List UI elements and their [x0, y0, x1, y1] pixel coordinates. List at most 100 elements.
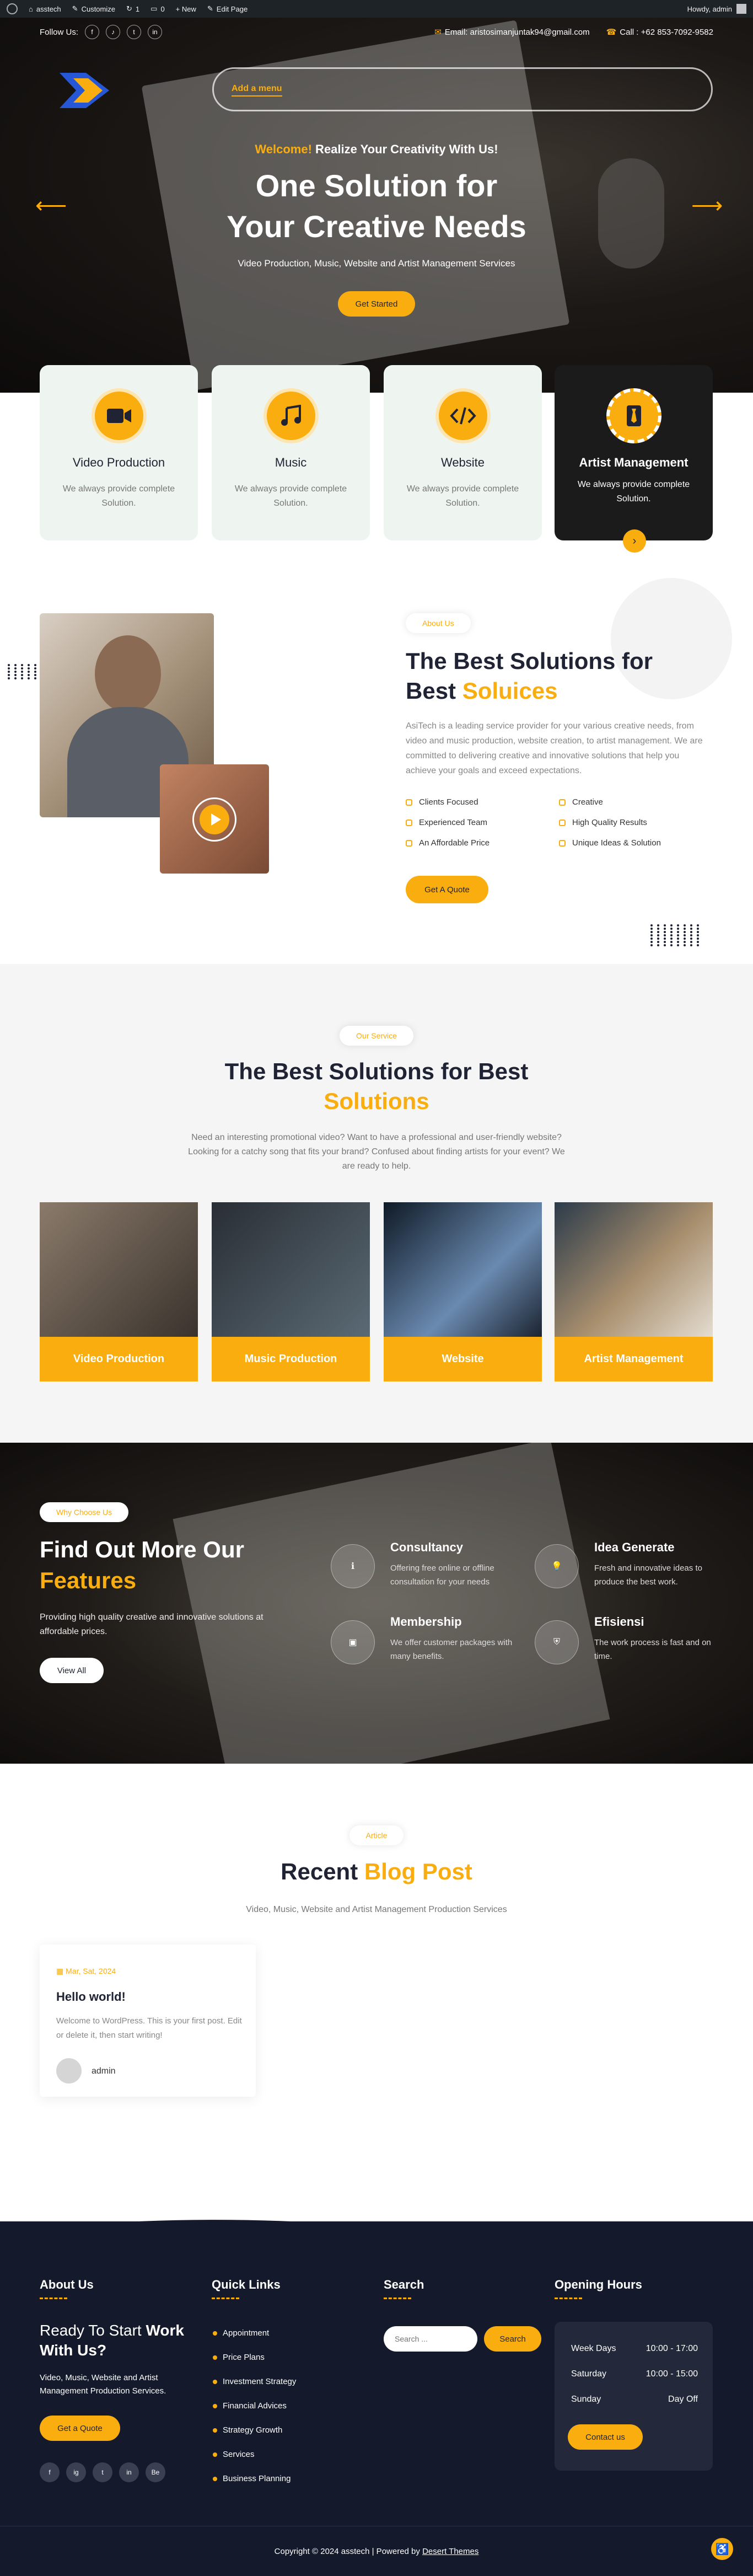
shield-icon: ⛨ [535, 1620, 579, 1664]
facebook-icon[interactable]: f [85, 25, 100, 39]
nav-bar: Add a menu [212, 67, 713, 111]
service-card-music[interactable]: Music We always provide complete Solutio… [212, 365, 370, 540]
admin-new-link[interactable]: + New [176, 5, 196, 13]
admin-notes-link[interactable]: ▭ 0 [150, 4, 165, 13]
comment-icon: ▭ [150, 4, 158, 13]
copyright: Copyright © 2024 asstech | Powered by De… [274, 2547, 479, 2556]
twitter-icon[interactable]: t [127, 25, 142, 39]
services-title: The Best Solutions for Best Solutions [224, 1058, 529, 1114]
footer-link[interactable]: Strategy Growth [213, 2425, 282, 2435]
why-label: Why Choose Us [40, 1502, 129, 1522]
services-description: Need an interesting promotional video? W… [188, 1133, 565, 1171]
facebook-icon[interactable]: f [40, 2462, 60, 2482]
admin-bar: ⌂ asstech ✎ Customize ↻ 1 ▭ 0 + New ✎ Edit Pa… [0, 0, 753, 18]
footer-link[interactable]: Business Planning [213, 2474, 291, 2483]
footer-hours-heading: Opening Hours [555, 2278, 642, 2299]
post-excerpt: Welcome to WordPress. This is your first… [56, 2016, 242, 2040]
email-contact[interactable]: ✉ Email: aristosimanjuntak94@gmail.com [434, 27, 589, 37]
music-note-icon [263, 388, 319, 443]
linkedin-icon[interactable]: in [148, 25, 163, 39]
play-video-button[interactable] [192, 797, 236, 842]
footer-search-heading: Search [384, 2278, 424, 2299]
hours-row: Week Days 10:00 - 17:00 [571, 2344, 698, 2353]
hero-subtitle: Video Production, Music, Website and Art… [238, 258, 515, 269]
admin-site-link[interactable]: ⌂ asstech [29, 5, 61, 13]
get-a-quote-footer-button[interactable]: Get a Quote [40, 2416, 120, 2441]
feature-efisiensi: Efisiensi The work process is fast and on… [594, 1615, 711, 1661]
blog-title: Recent Blog Post [281, 1859, 472, 1884]
home-icon: ⌂ [29, 4, 33, 13]
chevron-right-icon[interactable]: › [623, 529, 646, 553]
guitar-image [212, 1202, 370, 1337]
feature-item: Clients Focused [406, 797, 478, 807]
info-icon: ℹ [331, 1544, 375, 1588]
dots-decoration [650, 924, 702, 946]
add-menu-link[interactable]: Add a menu [232, 84, 282, 97]
follow-label: Follow Us: [40, 27, 79, 37]
service-card-video[interactable]: Video Production We always provide compl… [40, 365, 198, 540]
refresh-icon: ↻ [126, 4, 132, 13]
feature-item: Creative [559, 797, 603, 807]
linkedin-icon[interactable]: in [119, 2462, 139, 2482]
footer-search-input[interactable] [384, 2326, 477, 2352]
feature-item: Experienced Team [406, 818, 487, 827]
blog-post-card[interactable]: ▦ Mar, Sat, 2024 Hello world! Welcome to… [40, 1945, 256, 2097]
play-icon [211, 813, 221, 826]
briefcase-icon: ▣ [331, 1620, 375, 1664]
envelope-icon: ✉ [434, 28, 442, 37]
dots-decoration [8, 664, 40, 679]
admin-edit-page-link[interactable]: ✎ Edit Page [207, 4, 248, 13]
service-card-title: Artist Management [579, 456, 689, 469]
footer-link[interactable]: Appointment [213, 2328, 269, 2338]
author-avatar [56, 2058, 82, 2084]
site-logo[interactable] [54, 68, 115, 113]
avatar [736, 4, 746, 14]
service-card-artist[interactable]: Artist Management We always provide comp… [555, 365, 713, 540]
calendar-icon: ▦ [56, 1967, 66, 1975]
blog-label: Article [349, 1825, 404, 1845]
woman-image [555, 1202, 713, 1337]
tiktok-icon[interactable]: ♪ [106, 25, 121, 39]
service-tile-video[interactable]: Video Production [40, 1202, 198, 1381]
post-title[interactable]: Hello world! [56, 1990, 126, 2004]
admin-customize-link[interactable]: ✎ Customize [72, 4, 115, 13]
wordpress-logo-icon[interactable] [7, 3, 18, 14]
phone-contact[interactable]: ☎ Call : +62 853-7092-9582 [606, 27, 713, 37]
footer-link[interactable]: Investment Strategy [213, 2377, 296, 2386]
footer-links-heading: Quick Links [212, 2278, 281, 2299]
view-all-button[interactable]: View All [40, 1658, 104, 1683]
service-tile-artist[interactable]: Artist Management [555, 1202, 713, 1381]
contact-us-button[interactable]: Contact us [568, 2424, 643, 2450]
get-a-quote-button[interactable]: Get A Quote [406, 876, 488, 903]
service-tile-website[interactable]: Website [384, 1202, 542, 1381]
get-started-button[interactable]: Get Started [338, 291, 415, 317]
service-tile-music[interactable]: Music Production [212, 1202, 370, 1381]
footer-about-heading: About Us [40, 2278, 94, 2299]
footer-link[interactable]: Services [213, 2450, 255, 2459]
tie-icon [606, 388, 661, 443]
hero-title: One Solution for Your Creative Needs [227, 168, 526, 244]
slider-next-arrow-icon[interactable]: ⟶ [691, 193, 723, 218]
footer-search-button[interactable]: Search [484, 2326, 541, 2352]
footer-link[interactable]: Financial Advices [213, 2401, 287, 2411]
theme-link[interactable]: Desert Themes [422, 2547, 478, 2556]
slider-prev-arrow-icon[interactable]: ⟵ [35, 193, 67, 218]
about-title: The Best Solutions for Best Soluices [406, 648, 653, 704]
camera-image [40, 1202, 198, 1337]
accessibility-icon[interactable]: ♿ [711, 2538, 733, 2560]
top-info-bar: Follow Us: f ♪ t in ✉ Email: aristosimanj… [40, 25, 713, 39]
about-label: About Us [406, 613, 471, 633]
service-card-website[interactable]: Website We always provide complete Solut… [384, 365, 542, 540]
footer-about-title: Ready To Start Work With Us? [40, 2322, 184, 2359]
twitter-icon[interactable]: t [93, 2462, 112, 2482]
why-title: Find Out More Our Features [40, 1536, 244, 1593]
service-card-desc: We always provide complete Solution. [62, 484, 175, 508]
footer-link[interactable]: Price Plans [213, 2353, 265, 2362]
about-description: AsiTech is a leading service provider fo… [406, 721, 703, 775]
instagram-icon[interactable]: ig [66, 2462, 86, 2482]
admin-account-menu[interactable]: Howdy, admin [687, 4, 746, 14]
admin-comments-link[interactable]: ↻ 1 [126, 4, 139, 13]
behance-icon[interactable]: Be [146, 2462, 165, 2482]
post-author[interactable]: admin [92, 2066, 116, 2076]
service-card-desc: We always provide complete Solution. [406, 484, 519, 508]
